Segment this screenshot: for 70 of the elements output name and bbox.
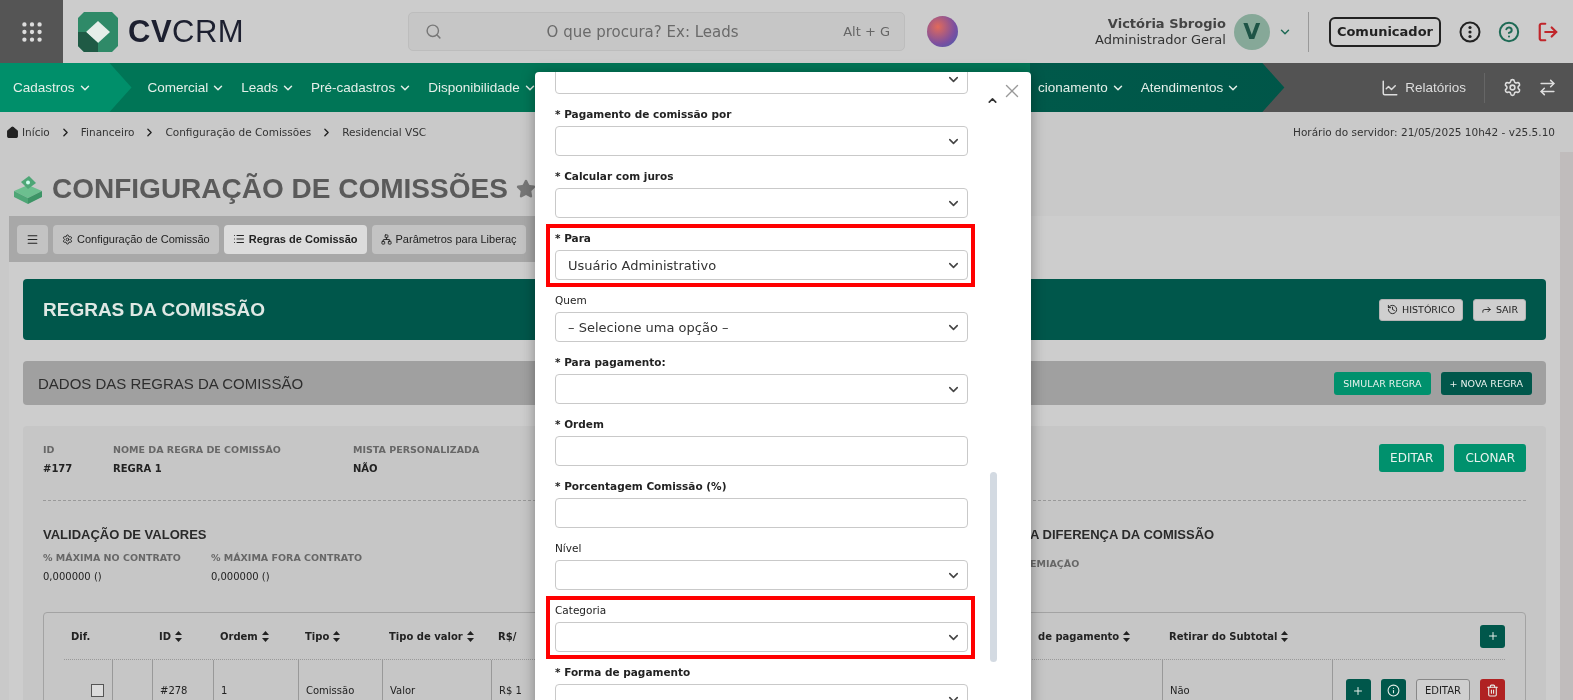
section-subtitle: DADOS DAS REGRAS DA COMISSÃO	[38, 374, 305, 392]
edit-button[interactable]: EDITAR	[1379, 444, 1445, 472]
action-button[interactable]: + NOVA REGRA	[1440, 371, 1532, 395]
field-value: 0,000000 ()	[210, 571, 271, 582]
page-title: CONFIGURAÇÃO DE COMISSÕES	[52, 173, 508, 205]
field-label: % MÁXIMA NO CONTRATO	[43, 552, 181, 563]
table-cell: Comissão	[298, 660, 382, 700]
column-header[interactable]: ID	[152, 630, 213, 642]
nav-menu-item[interactable]: cionamento	[1030, 63, 1133, 112]
nav-menu-item[interactable]: Disponibilidade	[420, 63, 545, 112]
clone-button[interactable]: CLONAR	[1454, 444, 1526, 472]
field-label: NOME DA REGRA DE COMISSÃO	[113, 444, 282, 455]
breadcrumb-link[interactable]: Residencial VSC	[342, 126, 427, 138]
column-header[interactable]: Retirar do Subtotal	[1162, 630, 1332, 642]
action-button[interactable]: SIMULAR REGRA	[1334, 371, 1431, 395]
tab[interactable]: Parâmetros para Liberaç	[371, 224, 526, 254]
communicator-button[interactable]: Comunicador	[1328, 16, 1441, 47]
field-label: * Para pagamento:	[555, 356, 667, 368]
column-header: R$/	[497, 630, 518, 642]
column-header[interactable]: Tipo	[298, 630, 382, 642]
column-header[interactable]: Ordem	[213, 630, 298, 642]
breadcrumb-link[interactable]: Configuração de Comissões	[165, 126, 312, 138]
nav-menu-item[interactable]: Comercial	[139, 63, 234, 112]
field-value: #177	[43, 463, 73, 474]
nav-menu-item[interactable]: Cadastros	[0, 63, 132, 112]
logo-text: CVCRM	[128, 13, 245, 50]
edit-button[interactable]: EDITAR	[1415, 679, 1470, 700]
field-label: * Forma de pagamento	[555, 666, 692, 678]
field-label: * Porcentagem Comissão (%)	[555, 480, 728, 492]
field-value: 0,000000 ()	[43, 571, 103, 582]
column-header: Dif.	[70, 630, 92, 642]
table-cell: Não	[1162, 660, 1332, 700]
field-label: Nível	[555, 542, 583, 554]
nav-menu-item[interactable]: Pré-cadastros	[303, 63, 421, 112]
exit-button[interactable]: SAIR	[1472, 298, 1526, 321]
nav-menu-item[interactable]: Atendimentos	[1132, 63, 1249, 112]
column-header[interactable]: Tipo de valor	[382, 630, 491, 642]
section-heading: VALIDAÇÃO DE VALORES	[43, 527, 208, 542]
reports-link[interactable]: Relatórios	[1381, 72, 1485, 103]
field-label: Categoria	[555, 604, 608, 616]
tab[interactable]: Regras de Comissão	[223, 224, 367, 254]
breadcrumb-link[interactable]: Início	[6, 125, 50, 139]
field-label: EMIAÇÃO	[1030, 558, 1080, 569]
field-label: * Calcular com juros	[555, 170, 675, 182]
nav-menu-item[interactable]: Leads	[233, 63, 304, 112]
field-label: Quem	[555, 294, 588, 306]
breadcrumb-link[interactable]: Financeiro	[80, 126, 135, 138]
table-cell: Valor	[382, 660, 491, 700]
tab[interactable]: Configuração de Comissão	[53, 224, 219, 254]
history-button[interactable]: HISTÓRICO	[1379, 298, 1463, 321]
user-name: Victória Sbrogio	[1107, 15, 1226, 32]
section-title: REGRAS DA COMISSÃO	[43, 298, 267, 321]
field-label: * Ordem	[555, 418, 605, 430]
column-header[interactable]: de pagamento	[1031, 630, 1162, 642]
field-value: NÃO	[353, 463, 379, 474]
field-label: ID	[43, 444, 56, 455]
field-label: MISTA PERSONALIZADA	[353, 444, 480, 455]
shortcut-hint: Alt + G	[843, 24, 890, 39]
select-field[interactable]: Usuário Administrativo	[555, 250, 968, 280]
table-cell: 1	[213, 660, 298, 700]
field-label: * Pagamento de comissão por	[555, 108, 733, 120]
search-input[interactable]: O que procura? Ex: Leads	[452, 21, 834, 42]
select-field[interactable]: – Selecione uma opção –	[555, 312, 968, 342]
field-label: * Para	[555, 232, 592, 244]
field-label: % MÁXIMA FORA CONTRATO	[210, 552, 362, 563]
user-role: Administrador Geral	[1094, 31, 1226, 48]
section-heading: A DIFERENÇA DA COMISSÃO	[1030, 527, 1216, 542]
field-value: REGRA 1	[113, 463, 163, 474]
table-cell: #278	[152, 660, 213, 700]
server-time: Horário do servidor: 21/05/2025 10h42 - v25.5.10	[1293, 126, 1555, 138]
